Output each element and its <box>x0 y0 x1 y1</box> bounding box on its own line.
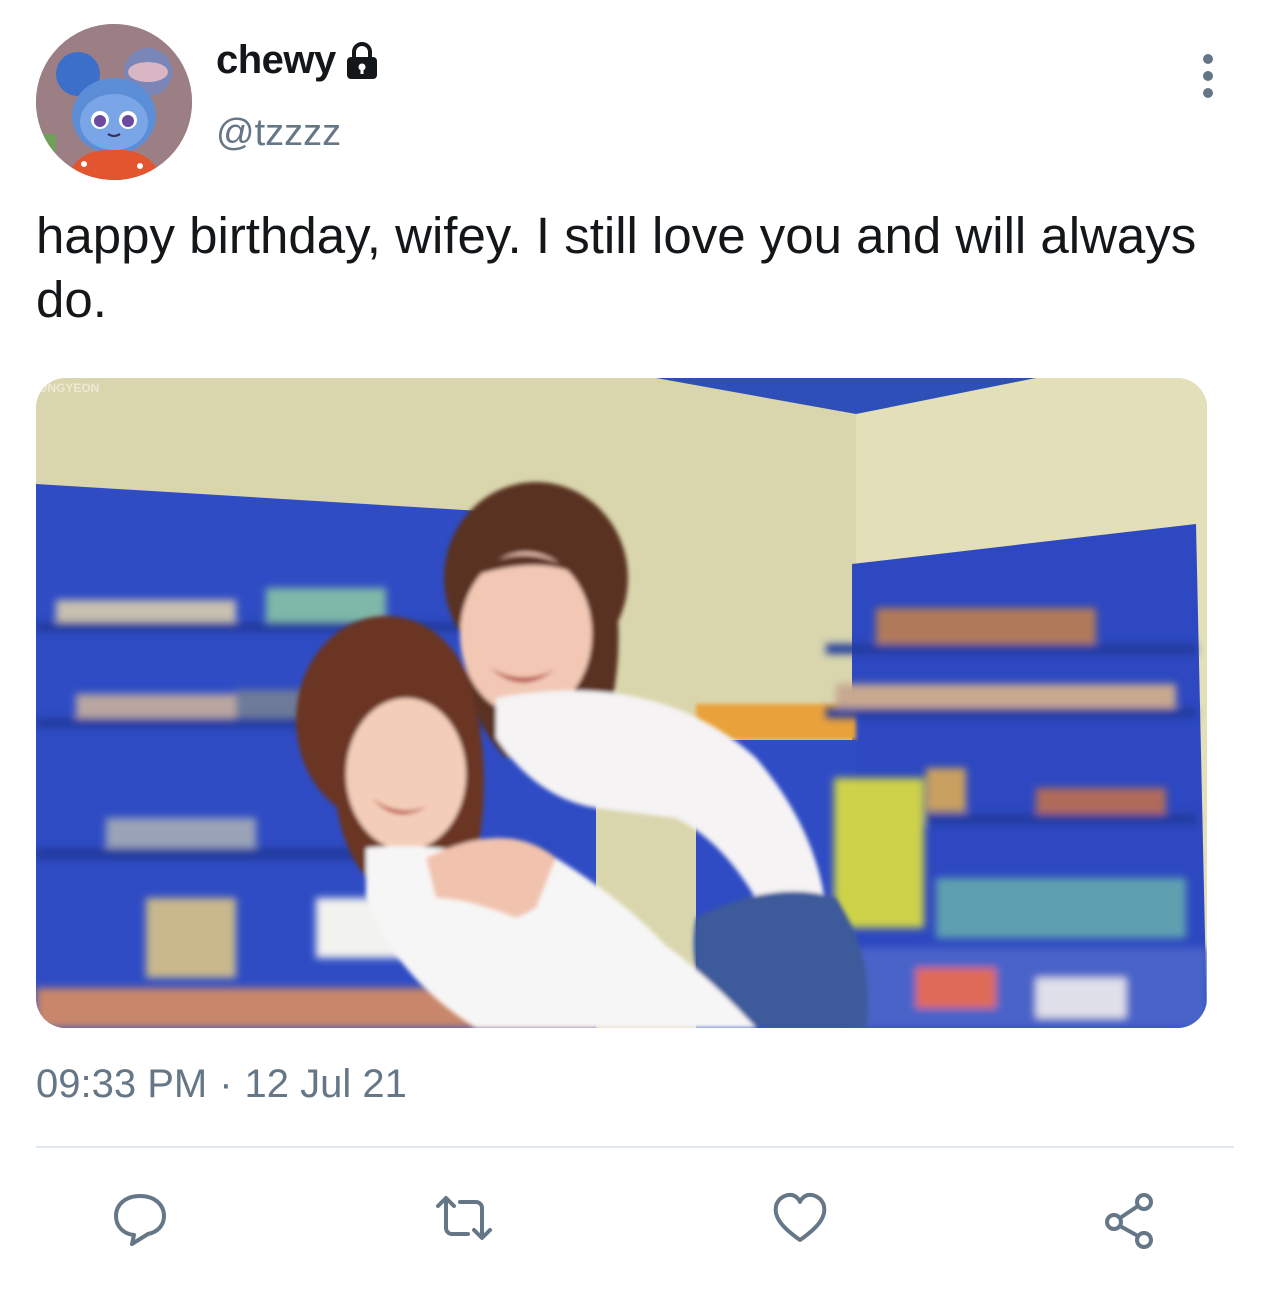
display-name[interactable]: chewy <box>216 38 380 83</box>
retweet-icon <box>436 1196 492 1240</box>
more-vertical-icon[interactable] <box>1190 54 1226 98</box>
avatar-image <box>36 24 192 180</box>
reply-button[interactable] <box>104 1182 176 1254</box>
like-button[interactable] <box>764 1182 836 1254</box>
retweet-button[interactable] <box>428 1182 500 1254</box>
divider <box>36 1146 1234 1148</box>
media-watermark: ONGYEON <box>38 381 99 395</box>
action-bar <box>0 1182 1271 1254</box>
heart-icon <box>773 1192 827 1242</box>
timestamp-separator: · <box>219 1062 233 1106</box>
tweet-media-image[interactable]: ONGYEON <box>36 378 1207 1028</box>
share-button[interactable] <box>1094 1182 1166 1254</box>
lock-icon <box>344 41 380 81</box>
tweet-text: happy birthday, wifey. I still love you … <box>36 207 1197 328</box>
share-icon <box>1105 1193 1153 1249</box>
display-name-text: chewy <box>216 38 336 82</box>
tweet-timestamp[interactable]: 09:33 PM · 12 Jul 21 <box>36 1062 407 1107</box>
tweet-time: 09:33 PM <box>36 1062 208 1106</box>
tweet-date: 12 Jul 21 <box>244 1062 407 1106</box>
avatar[interactable] <box>36 24 192 180</box>
user-handle[interactable]: @tzzzz <box>216 112 341 155</box>
reply-icon <box>114 1194 166 1246</box>
